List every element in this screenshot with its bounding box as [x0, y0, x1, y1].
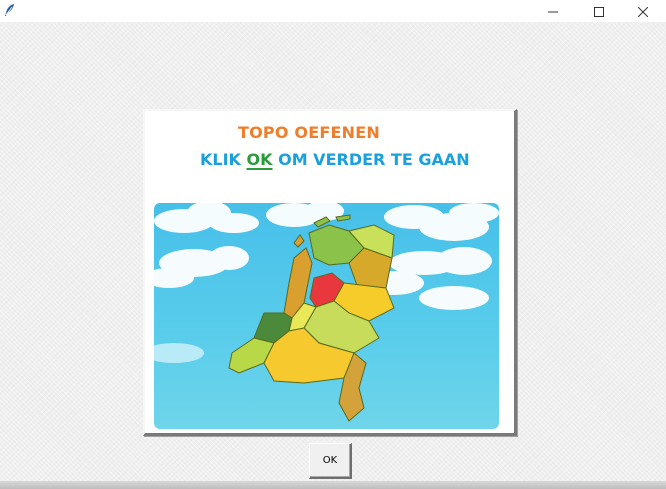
- close-button[interactable]: [620, 0, 666, 22]
- netherlands-map-image: [154, 203, 499, 429]
- minimize-icon: [548, 2, 558, 21]
- instruction-ok-word: OK: [246, 150, 273, 169]
- instruction-prefix: KLIK: [200, 150, 247, 169]
- instruction-suffix: OM VERDER TE GAAN: [272, 150, 470, 169]
- title-bar[interactable]: [0, 0, 666, 22]
- maximize-button[interactable]: [576, 0, 622, 22]
- instruction-text: KLIK OK OM VERDER TE GAAN: [200, 150, 470, 169]
- page-title: TOPO OEFENEN: [238, 123, 380, 142]
- feather-icon: [3, 2, 17, 16]
- ok-button[interactable]: OK: [309, 443, 352, 479]
- window-bottom-edge: [0, 481, 666, 489]
- minimize-button[interactable]: [530, 0, 576, 22]
- maximize-icon: [594, 2, 604, 21]
- close-icon: [637, 2, 649, 21]
